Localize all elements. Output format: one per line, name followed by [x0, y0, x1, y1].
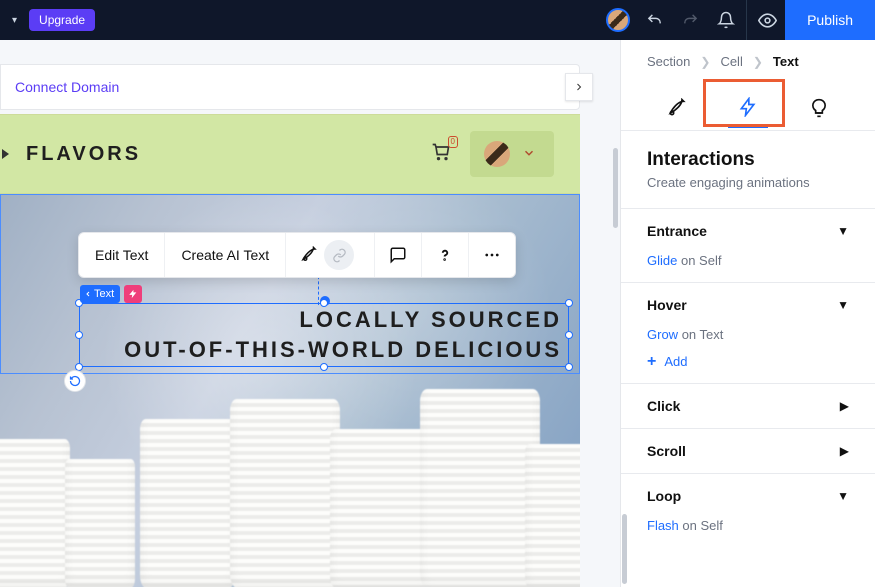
text-selection[interactable]: LOCALLY SOURCED OUT-OF-THIS-WORLD DELICI…	[79, 303, 569, 367]
panel-title: Interactions	[621, 131, 875, 175]
canvas[interactable]: Connect Domain FLAVORS 0	[0, 40, 620, 587]
site-header: FLAVORS 0	[0, 114, 580, 194]
preview-button[interactable]	[749, 0, 785, 40]
accordion-click: Click▶	[621, 383, 875, 428]
panel-scrollbar[interactable]	[622, 514, 627, 584]
hero-heading-line2: OUT-OF-THIS-WORLD DELICIOUS	[124, 335, 562, 365]
animation-row[interactable]: Flash on Self	[647, 504, 849, 533]
design-button[interactable]	[286, 233, 375, 277]
breadcrumb-section[interactable]: Section	[647, 54, 690, 69]
redo-button[interactable]	[672, 0, 708, 40]
connect-domain-link[interactable]: Connect Domain	[15, 79, 119, 95]
animation-row[interactable]: Glide on Self	[647, 239, 849, 268]
scroll-tabs-right-button[interactable]	[565, 73, 593, 101]
accordion-loop: Loop▼Flash on Self	[621, 473, 875, 547]
top-bar: ▾ Upgrade Publish	[0, 0, 875, 40]
accordion-hover: Hover▼Grow on Text+Add	[621, 282, 875, 383]
create-ai-text-button[interactable]: Create AI Text	[165, 233, 286, 277]
cart-count-badge: 0	[448, 136, 458, 148]
accordion-head-click[interactable]: Click▶	[647, 398, 849, 414]
tab-design[interactable]	[657, 88, 697, 128]
accordion-head-hover[interactable]: Hover▼	[647, 297, 849, 313]
comment-button[interactable]	[375, 233, 422, 277]
hero-heading-line1: LOCALLY SOURCED	[299, 305, 562, 335]
breadcrumb-cell[interactable]: Cell	[720, 54, 742, 69]
avatar-button[interactable]	[600, 0, 636, 40]
panel-tabs	[621, 79, 875, 131]
notifications-button[interactable]	[708, 0, 744, 40]
chevron-right-icon: ❯	[753, 55, 763, 69]
publish-button[interactable]: Publish	[785, 0, 875, 40]
accordion-entrance: Entrance▼Glide on Self	[621, 208, 875, 282]
help-button[interactable]	[422, 233, 469, 277]
breadcrumb: Section ❯ Cell ❯ Text	[621, 40, 875, 79]
avatar-icon	[606, 8, 630, 32]
chevron-down-icon	[522, 146, 536, 163]
floating-toolbar: Edit Text Create AI Text	[78, 232, 516, 278]
accordion-scroll: Scroll▶	[621, 428, 875, 473]
chevron-right-icon: ❯	[700, 55, 710, 69]
upgrade-button[interactable]: Upgrade	[29, 9, 95, 31]
reset-button[interactable]	[64, 370, 86, 392]
selection-tag[interactable]: Text	[80, 285, 120, 303]
hero-background	[0, 389, 580, 587]
right-panel: Section ❯ Cell ❯ Text Interactions Creat…	[620, 40, 875, 587]
breadcrumb-text[interactable]: Text	[773, 54, 799, 69]
site-title: FLAVORS	[26, 143, 141, 166]
user-dropdown[interactable]	[470, 131, 554, 177]
accordion-head-entrance[interactable]: Entrance▼	[647, 223, 849, 239]
accordion-head-loop[interactable]: Loop▼	[647, 488, 849, 504]
accordion-head-scroll[interactable]: Scroll▶	[647, 443, 849, 459]
add-animation-button[interactable]: +Add	[647, 342, 849, 369]
more-button[interactable]	[469, 233, 515, 277]
canvas-scrollbar[interactable]	[613, 148, 618, 228]
panel-subtitle: Create engaging animations	[621, 175, 875, 208]
tab-tips[interactable]	[799, 88, 839, 128]
domain-bar: Connect Domain	[0, 64, 580, 110]
menu-dropdown-icon[interactable]: ▾	[8, 11, 21, 30]
avatar-icon	[484, 141, 510, 167]
edit-text-button[interactable]: Edit Text	[79, 233, 165, 277]
interactions-badge-icon[interactable]	[124, 285, 142, 303]
undo-button[interactable]	[636, 0, 672, 40]
cart-button[interactable]: 0	[430, 142, 452, 167]
tab-interactions[interactable]	[728, 88, 768, 128]
link-icon	[324, 240, 354, 270]
animation-row[interactable]: Grow on Text	[647, 313, 849, 342]
